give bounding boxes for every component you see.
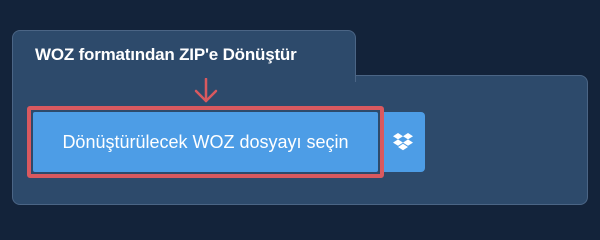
dropbox-icon (392, 133, 413, 151)
arrow-down-icon (194, 78, 218, 103)
dropbox-button[interactable] (380, 112, 425, 172)
highlight-outline (27, 106, 384, 178)
tab-title: WOZ formatından ZIP'e Dönüştür (35, 45, 297, 64)
converter-widget: WOZ formatından ZIP'e Dönüştür Dönüştürü… (0, 0, 600, 230)
